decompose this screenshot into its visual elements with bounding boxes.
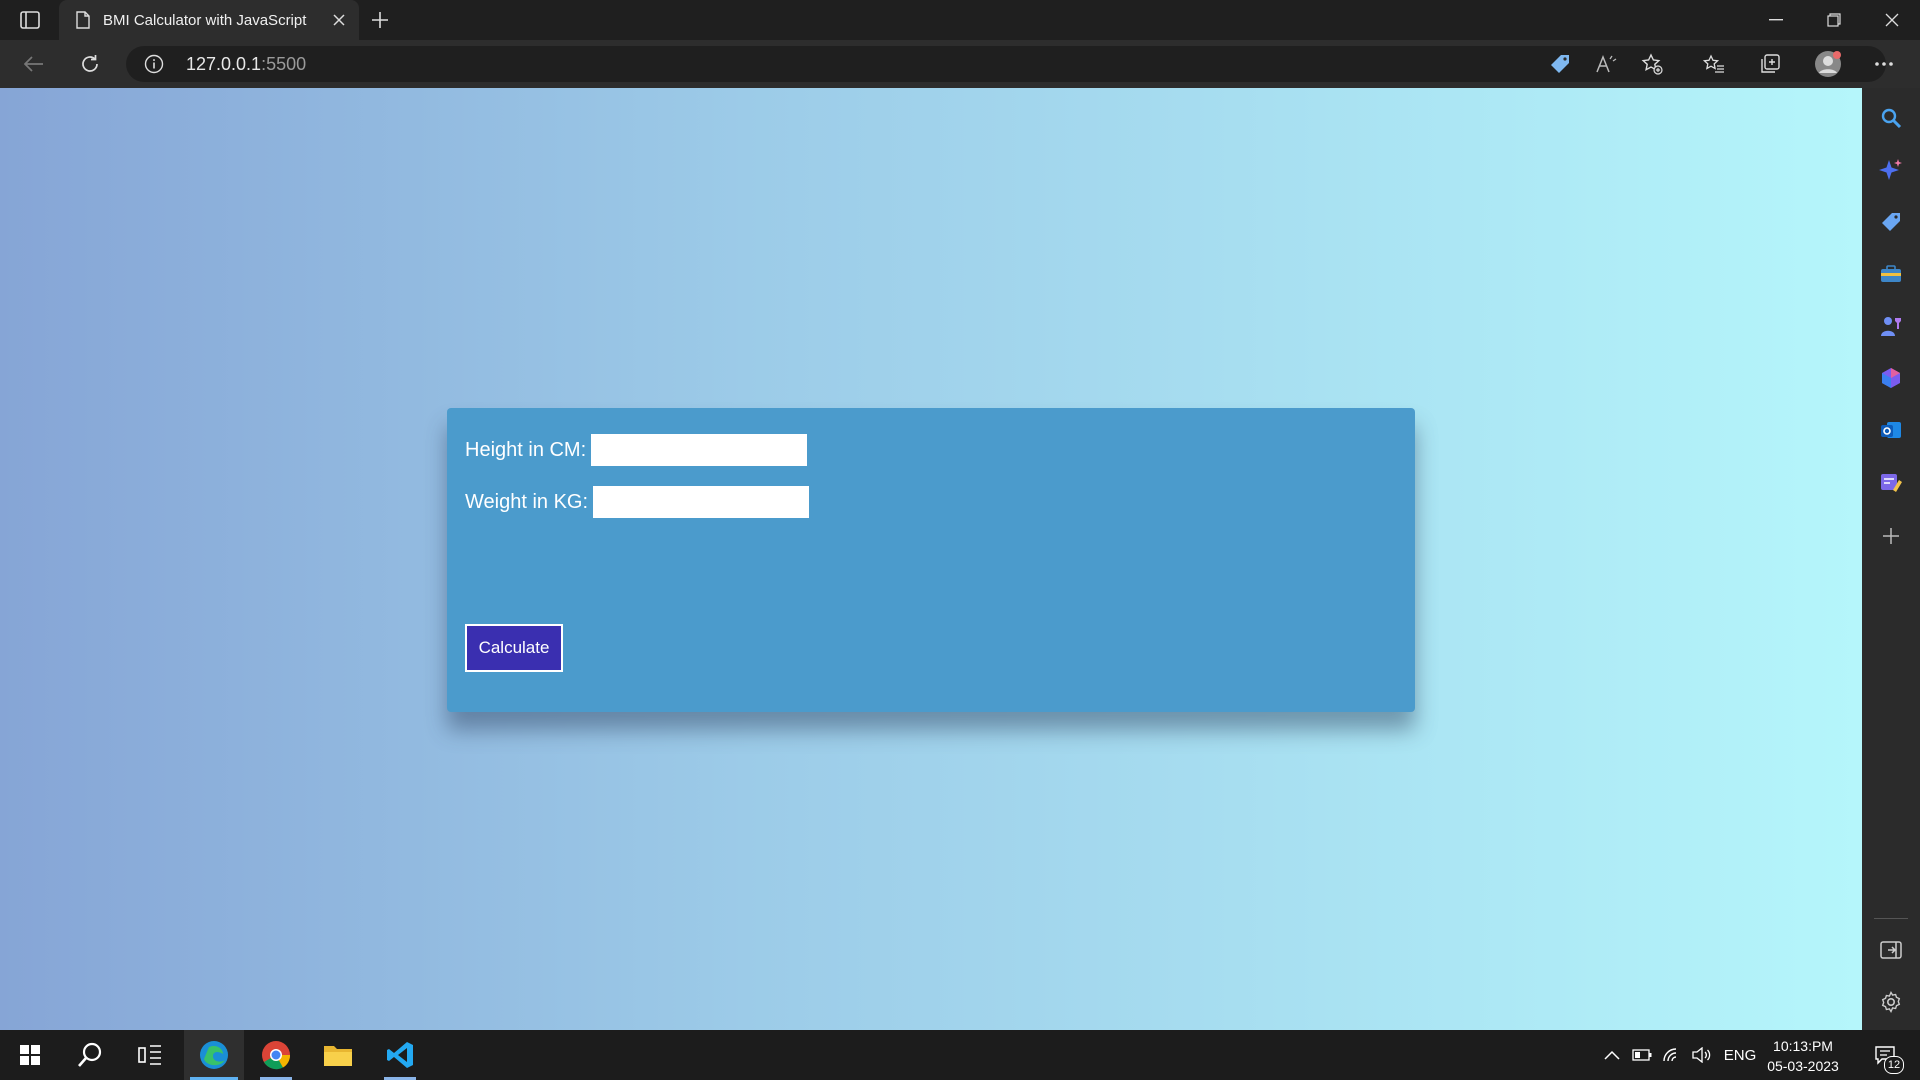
page-viewport: Height in CM: Weight in KG: Calculate — [0, 88, 1862, 1030]
tools-icon[interactable] — [1875, 258, 1907, 290]
sidebar-divider — [1874, 918, 1908, 919]
notifications-icon[interactable]: 12 — [1860, 1030, 1910, 1080]
games-icon[interactable] — [1875, 310, 1907, 342]
minimize-icon[interactable] — [1748, 0, 1804, 40]
tab-active[interactable]: BMI Calculator with JavaScript — [59, 0, 359, 40]
tab-actions-icon[interactable] — [14, 8, 46, 32]
height-input[interactable] — [591, 434, 808, 466]
battery-icon[interactable] — [1630, 1030, 1654, 1080]
address-bar[interactable]: 127.0.0.1:5500 — [126, 46, 1886, 82]
language-indicator[interactable]: ENG — [1722, 1030, 1758, 1080]
search-taskbar-icon[interactable] — [60, 1030, 120, 1080]
discover-sparkle-icon[interactable] — [1875, 154, 1907, 186]
clock-time: 10:13:PM — [1773, 1038, 1833, 1054]
language-text: ENG — [1723, 1046, 1757, 1064]
chevron-up-icon[interactable] — [1600, 1030, 1624, 1080]
add-favorite-icon[interactable] — [1636, 48, 1668, 80]
close-window-icon[interactable] — [1864, 0, 1920, 40]
browser-toolbar: 127.0.0.1:5500 — [0, 40, 1920, 88]
calculate-button[interactable]: Calculate — [465, 624, 563, 672]
browser-tab-bar: BMI Calculator with JavaScript — [0, 0, 1920, 40]
tab-title: BMI Calculator with JavaScript — [103, 11, 307, 29]
shopping-icon[interactable] — [1875, 206, 1907, 238]
refresh-icon[interactable] — [72, 48, 108, 80]
outlook-icon[interactable] — [1875, 414, 1907, 446]
edge-taskbar-icon[interactable] — [184, 1030, 244, 1080]
profile-avatar-icon[interactable] — [1812, 48, 1844, 80]
read-aloud-icon[interactable] — [1590, 48, 1622, 80]
search-icon[interactable] — [1875, 102, 1907, 134]
bmi-calculator-card: Height in CM: Weight in KG: Calculate — [447, 408, 1415, 712]
favorites-icon[interactable] — [1698, 48, 1730, 80]
collections-icon[interactable] — [1754, 48, 1786, 80]
edge-sidebar — [1862, 88, 1920, 1030]
drop-icon[interactable] — [1875, 466, 1907, 498]
page-icon — [73, 10, 93, 30]
restore-icon[interactable] — [1806, 0, 1862, 40]
weight-label: Weight in KG: — [465, 490, 589, 513]
task-view-icon[interactable] — [120, 1030, 180, 1080]
height-row: Height in CM: — [465, 434, 808, 466]
weight-row: Weight in KG: — [465, 486, 810, 518]
volume-icon[interactable] — [1690, 1030, 1714, 1080]
start-windows-icon[interactable] — [0, 1030, 60, 1080]
url-text[interactable]: 127.0.0.1:5500 — [186, 54, 306, 75]
clock-date: 05-03-2023 — [1767, 1058, 1839, 1074]
back-icon[interactable] — [16, 48, 52, 80]
settings-gear-icon[interactable] — [1875, 986, 1907, 1018]
wifi-icon[interactable] — [1660, 1030, 1684, 1080]
height-label: Height in CM: — [465, 438, 587, 461]
clock[interactable]: 10:13:PM 05-03-2023 — [1760, 1036, 1846, 1076]
site-info-icon[interactable] — [144, 54, 164, 74]
notification-count: 12 — [1884, 1056, 1904, 1074]
windows-taskbar: ENG 10:13:PM 05-03-2023 12 — [0, 1030, 1920, 1080]
url-host: 127.0.0.1 — [186, 54, 262, 74]
new-tab-icon[interactable] — [366, 8, 394, 32]
more-options-icon[interactable] — [1868, 48, 1900, 80]
add-sidebar-app-icon[interactable] — [1875, 520, 1907, 552]
url-port: :5500 — [261, 54, 307, 74]
vscode-icon[interactable] — [370, 1030, 430, 1080]
weight-input[interactable] — [593, 486, 810, 518]
shopping-tag-icon[interactable] — [1544, 48, 1576, 80]
chrome-taskbar-icon[interactable] — [246, 1030, 306, 1080]
close-tab-icon[interactable] — [329, 10, 349, 30]
file-explorer-icon[interactable] — [308, 1030, 368, 1080]
hide-sidebar-icon[interactable] — [1875, 934, 1907, 966]
office-icon[interactable] — [1875, 362, 1907, 394]
